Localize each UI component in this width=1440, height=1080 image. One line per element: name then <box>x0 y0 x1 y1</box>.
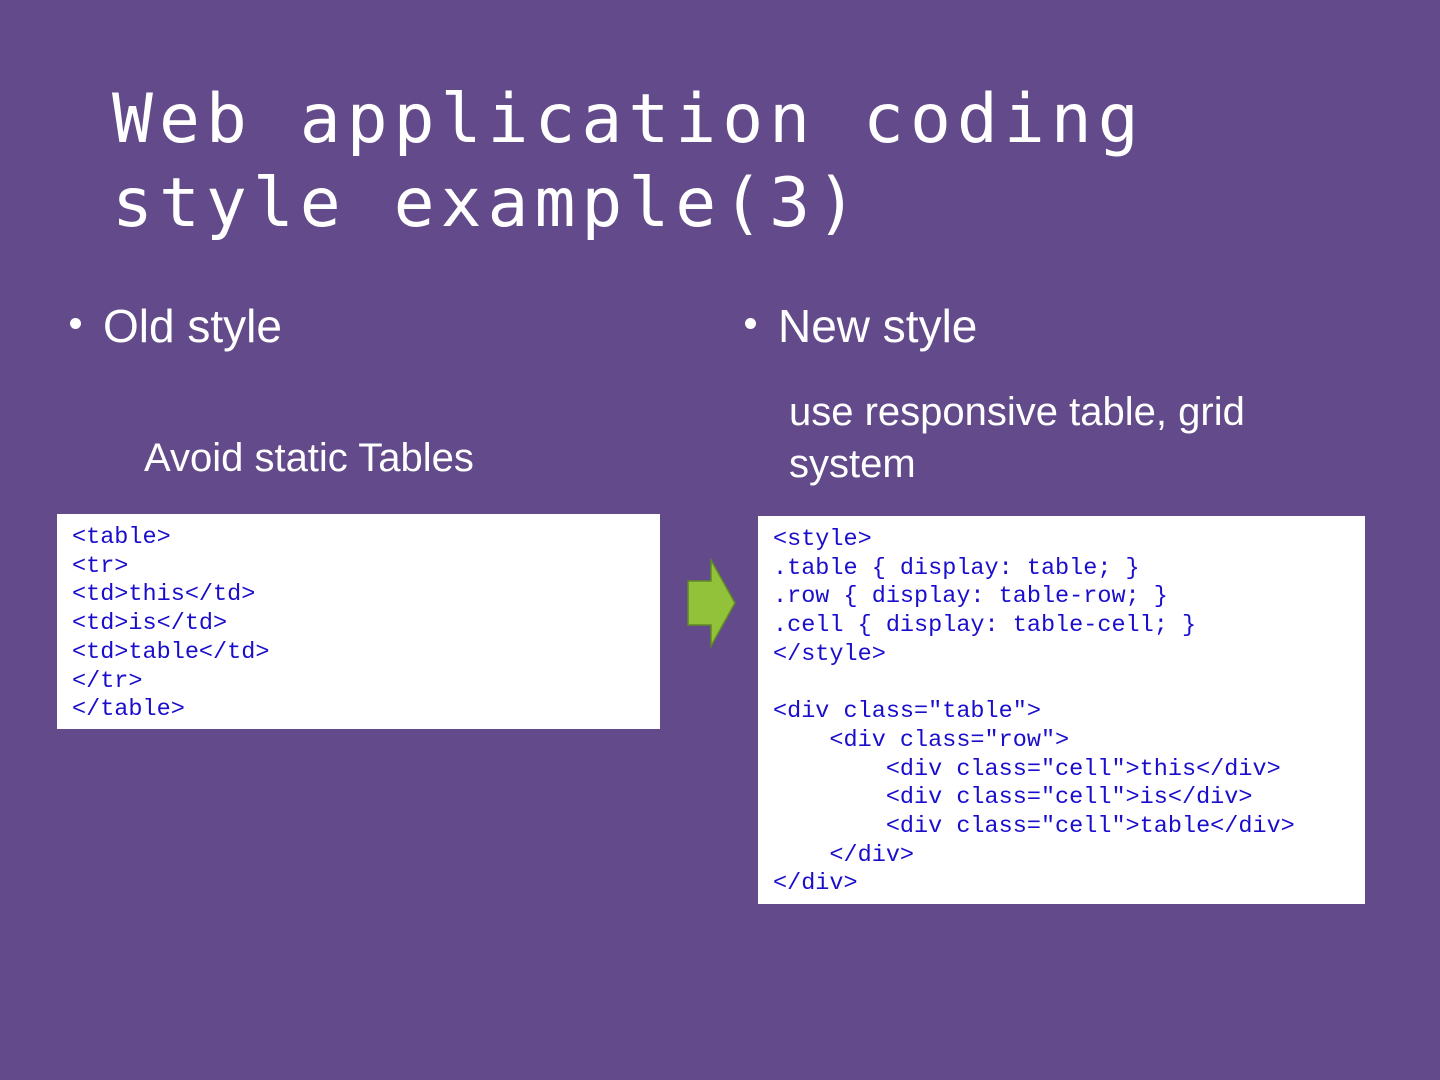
code-line: <div class="cell">this</div> <box>773 755 1281 783</box>
slide: Web application coding style example(3) … <box>0 0 1440 1080</box>
code-line: <td>table</td> <box>72 638 270 666</box>
bullet-dot-icon <box>745 318 756 330</box>
code-line: </tr> <box>72 667 143 695</box>
right-arrow-icon <box>687 558 736 648</box>
code-line: <tr> <box>72 552 129 580</box>
code-line: <div class="cell">table</div> <box>773 813 1295 841</box>
slide-title-line-1: Web application coding <box>112 80 1145 159</box>
code-line: </div> <box>773 870 858 898</box>
slide-title-line-2: style example(3) <box>112 164 864 243</box>
code-line: <td>this</td> <box>72 581 256 609</box>
code-line: <td>is</td> <box>72 610 228 638</box>
code-line: </style> <box>773 640 886 668</box>
code-line: </table> <box>72 696 185 724</box>
new-style-code-block: <style> .table { display: table; } .row { … <box>758 516 1365 904</box>
new-style-subtitle: use responsive table, grid system <box>789 390 1245 486</box>
code-line: <div class="row"> <box>773 726 1070 754</box>
old-style-subtitle: Avoid static Tables <box>144 436 474 480</box>
bullet-dot-icon <box>70 318 81 330</box>
code-line: <table> <box>72 524 171 551</box>
code-line: .row { display: table-row; } <box>773 583 1168 611</box>
code-line: </div> <box>773 841 915 869</box>
code-line: <div class="cell">is</div> <box>773 784 1253 812</box>
old-style-code-block: <table> <tr> <td>this</td> <td>is</td> <td>t… <box>57 514 660 729</box>
code-line: .cell { display: table-cell; } <box>773 612 1197 640</box>
old-style-bullet: Old style <box>70 298 282 354</box>
slide-title: Web application coding style example(3) <box>112 78 1212 246</box>
code-line: <style> <box>773 526 872 553</box>
right-arrow-shape <box>687 558 736 648</box>
code-line: <div class="table"> <box>773 698 1041 726</box>
new-style-bullet: New style <box>745 298 977 354</box>
old-style-label: Old style <box>103 300 282 352</box>
code-line: .table { display: table; } <box>773 554 1140 582</box>
new-style-label: New style <box>778 300 978 352</box>
